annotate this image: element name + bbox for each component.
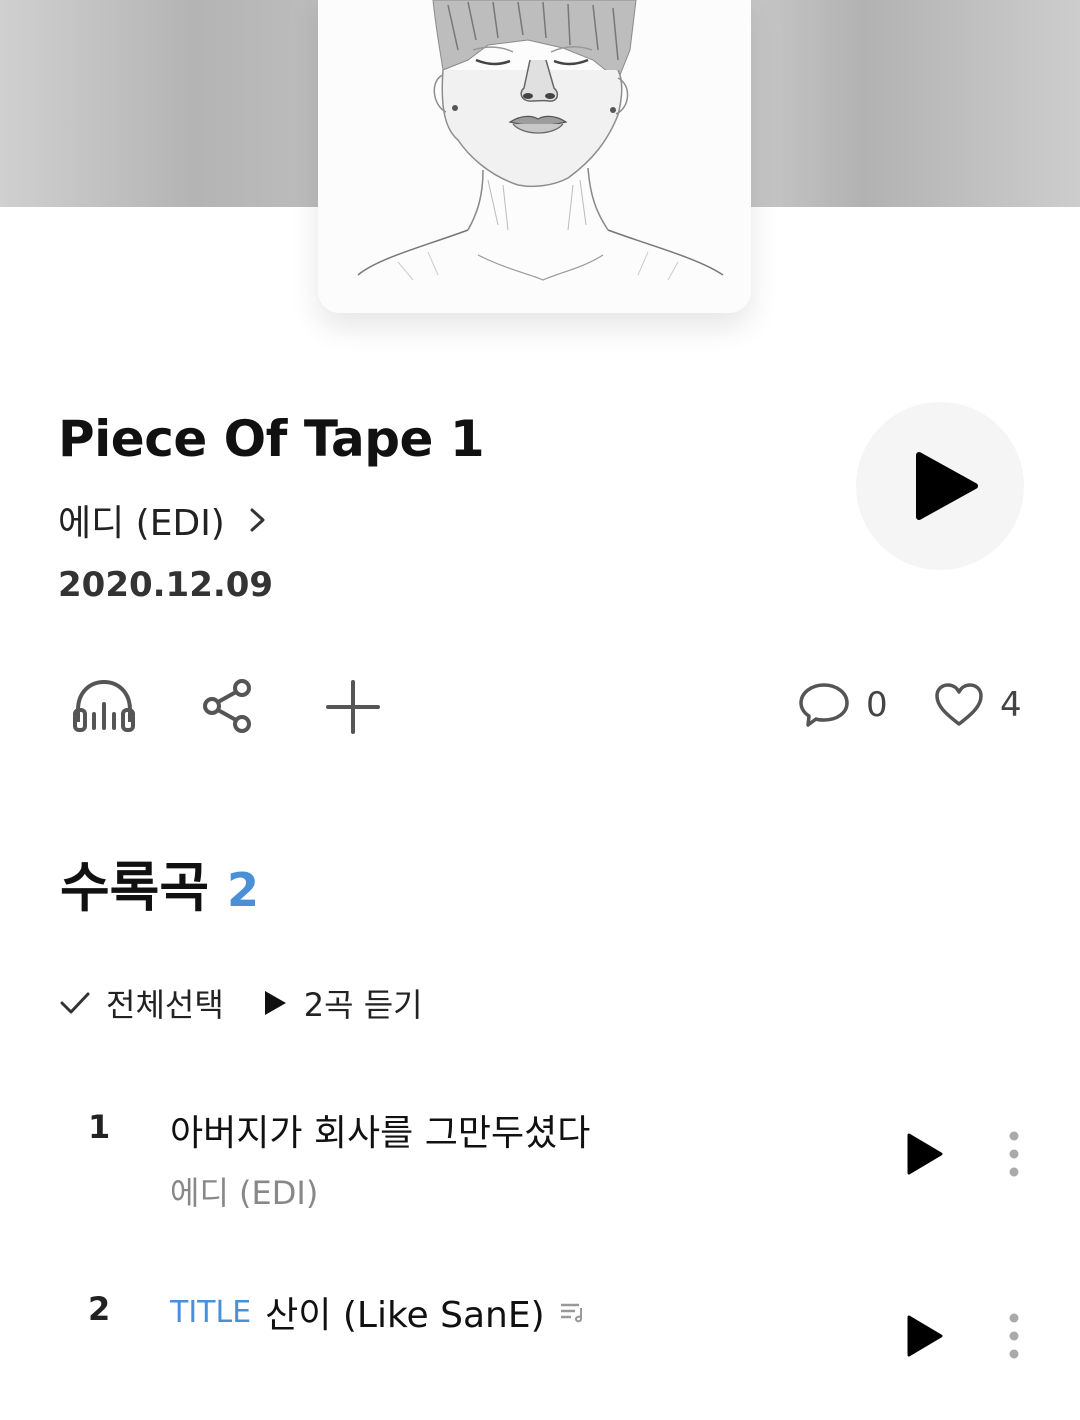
- track-more-button[interactable]: [1004, 1312, 1024, 1364]
- select-all-button[interactable]: 전체선택: [60, 980, 224, 1026]
- track-artist: 에디 (EDI): [170, 1174, 319, 1212]
- heart-icon: [935, 683, 983, 726]
- track-play-button[interactable]: [904, 1314, 944, 1362]
- title-track-badge: TITLE: [170, 1294, 252, 1330]
- track-row[interactable]: 2 TITLE 산이 (Like SanE): [0, 1280, 1080, 1420]
- add-button[interactable]: [326, 680, 380, 738]
- like-count: 4: [1000, 685, 1022, 725]
- track-count: 2: [227, 863, 260, 917]
- add-icon: [326, 680, 380, 734]
- track-title: TITLE 산이 (Like SanE): [170, 1286, 585, 1338]
- play-album-button[interactable]: [856, 402, 1024, 570]
- like-button[interactable]: 4: [934, 682, 1022, 728]
- play-icon: [264, 991, 286, 1015]
- artist-link[interactable]: 에디 (EDI): [58, 495, 269, 545]
- play-icon: [907, 1315, 943, 1357]
- chevron-right-icon: [250, 508, 265, 532]
- more-icon: [1009, 1313, 1019, 1359]
- share-icon: [203, 679, 251, 733]
- track-title: 아버지가 회사를 그만두셨다: [170, 1104, 590, 1156]
- track-play-button[interactable]: [904, 1132, 944, 1180]
- album-cover-image: [318, 0, 751, 313]
- track-row[interactable]: 1 아버지가 회사를 그만두셨다 에디 (EDI): [0, 1098, 1080, 1238]
- album-art-sketch: [318, 0, 751, 313]
- track-number: 2: [88, 1290, 111, 1328]
- play-all-label: 2곡 듣기: [303, 986, 423, 1024]
- play-all-button[interactable]: 2곡 듣기: [262, 980, 423, 1026]
- album-title: Piece Of Tape 1: [58, 410, 485, 468]
- headphones-icon: [73, 679, 135, 732]
- lyrics-icon[interactable]: [559, 1300, 585, 1324]
- comment-count: 0: [866, 685, 888, 725]
- check-icon: [60, 992, 90, 1014]
- tracklist-heading: 수록곡 2: [60, 843, 259, 922]
- track-number: 1: [88, 1108, 111, 1146]
- artist-name: 에디 (EDI): [58, 503, 225, 544]
- tracklist-heading-label: 수록곡: [60, 856, 210, 919]
- track-title-text: 산이 (Like SanE): [265, 1295, 545, 1336]
- share-button[interactable]: [202, 678, 254, 738]
- tracklist-controls: 전체선택 2곡 듣기: [60, 980, 423, 1026]
- comment-icon: [799, 683, 849, 727]
- more-icon: [1009, 1131, 1019, 1177]
- release-date: 2020.12.09: [58, 565, 274, 605]
- listen-button[interactable]: [72, 678, 136, 738]
- select-all-label: 전체선택: [106, 986, 224, 1024]
- track-more-button[interactable]: [1004, 1130, 1024, 1182]
- track-title-text: 아버지가 회사를 그만두셨다: [170, 1113, 591, 1154]
- comment-button[interactable]: 0: [798, 682, 888, 728]
- play-icon: [907, 1133, 943, 1175]
- play-icon: [916, 452, 978, 520]
